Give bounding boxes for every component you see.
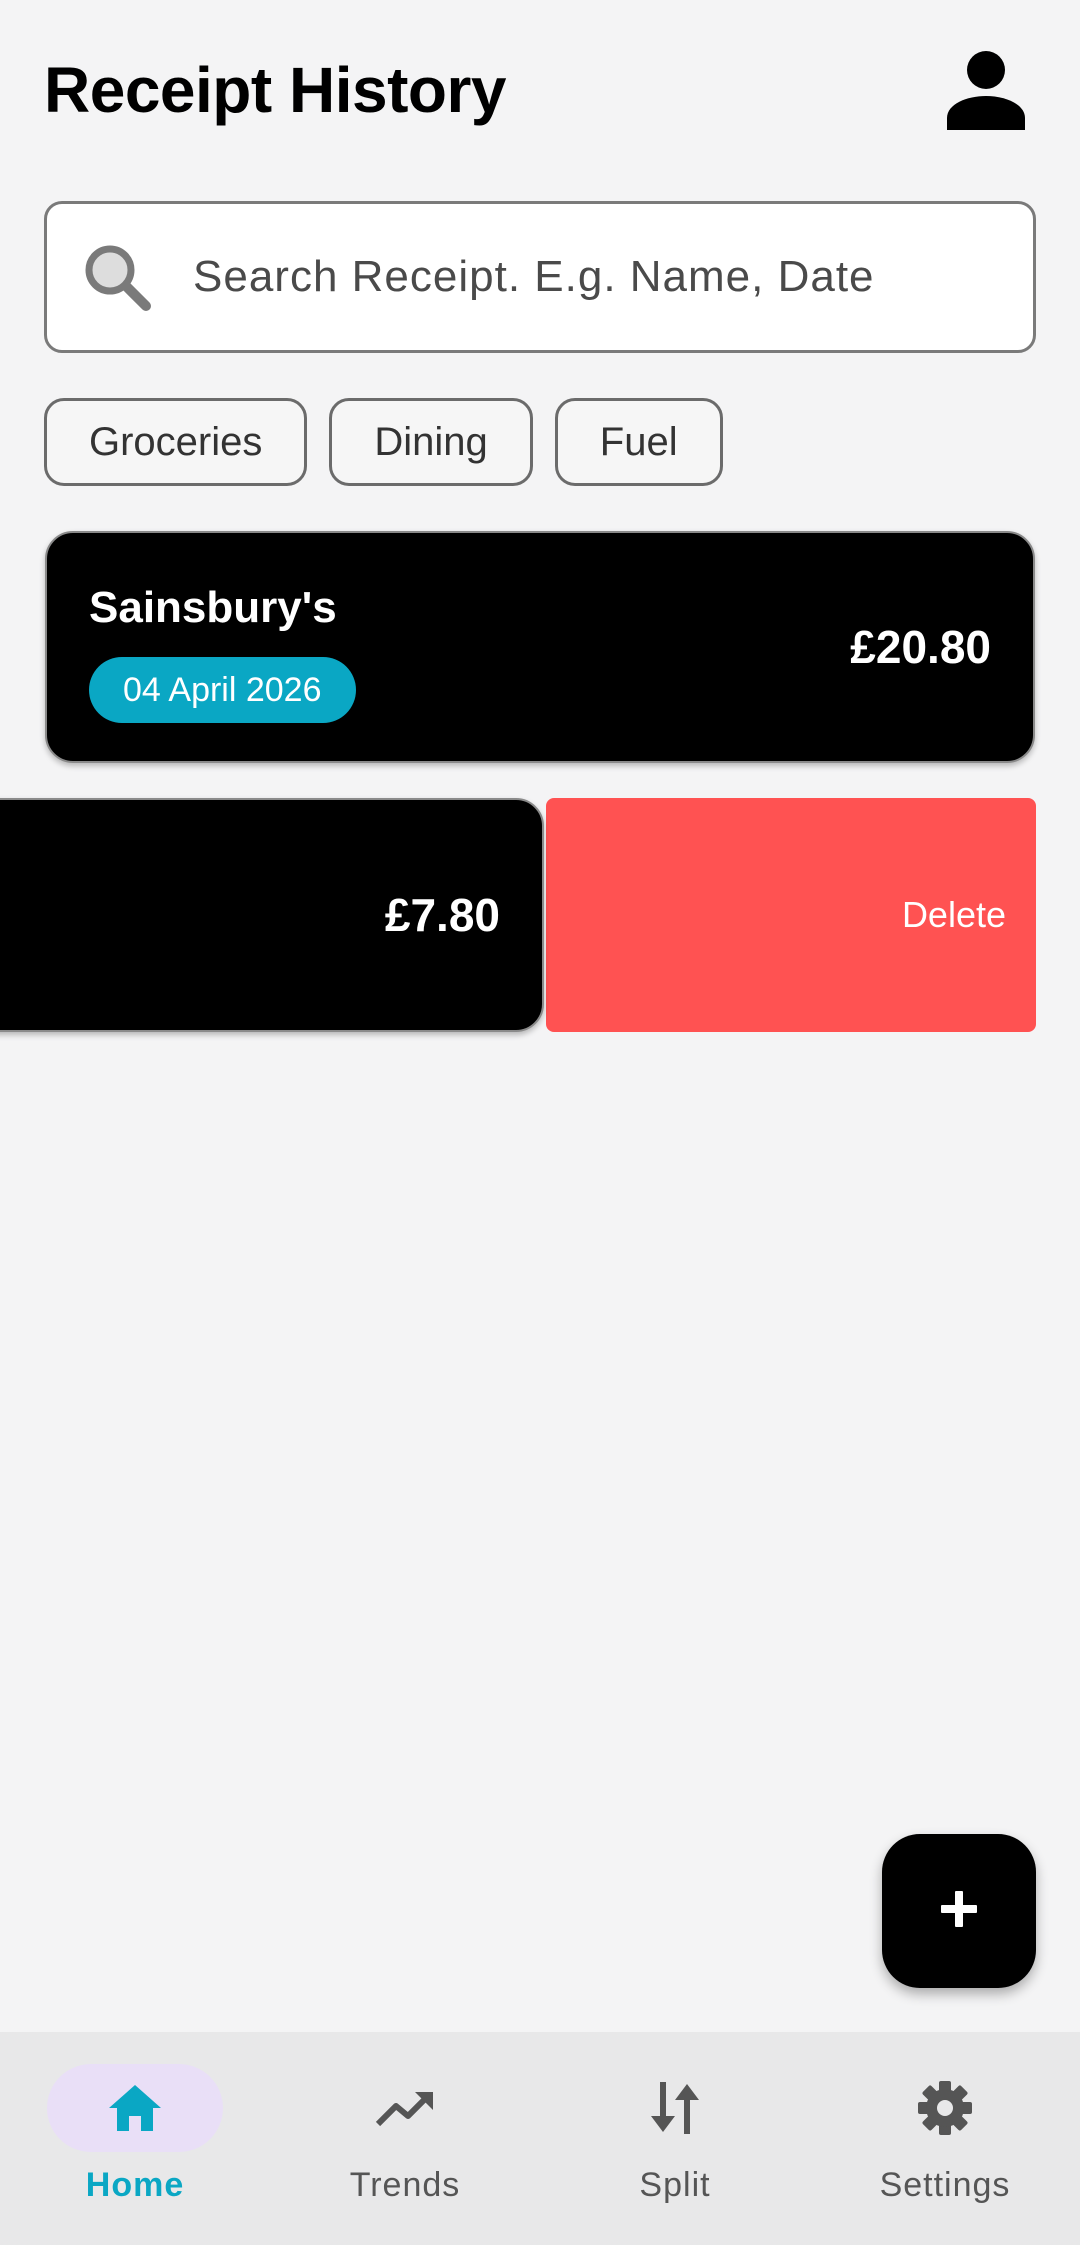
search-bar[interactable] bbox=[44, 201, 1036, 353]
trending-up-icon bbox=[371, 2074, 439, 2142]
search-input[interactable] bbox=[193, 252, 1033, 302]
nav-label-trends: Trends bbox=[349, 2166, 461, 2204]
receipt-amount: £7.80 bbox=[384, 889, 500, 941]
add-receipt-button[interactable] bbox=[882, 1834, 1036, 1988]
filter-chips: Groceries Dining Fuel bbox=[44, 398, 723, 486]
nav-item-settings[interactable]: Settings bbox=[810, 2032, 1080, 2245]
nav-item-trends[interactable]: Trends bbox=[270, 2032, 540, 2245]
date-badge: 04 April 2026 bbox=[89, 657, 356, 723]
delete-button[interactable]: Delete bbox=[546, 798, 1036, 1032]
person-icon[interactable] bbox=[936, 40, 1036, 140]
chip-dining[interactable]: Dining bbox=[329, 398, 533, 486]
page-title: Receipt History bbox=[44, 54, 506, 126]
search-icon bbox=[81, 241, 153, 313]
chip-fuel[interactable]: Fuel bbox=[554, 398, 723, 486]
receipt-amount: £20.80 bbox=[850, 621, 991, 673]
chip-groceries[interactable]: Groceries bbox=[44, 398, 308, 486]
receipt-card-sainsburys[interactable]: Sainsbury's 04 April 2026 £20.80 bbox=[45, 531, 1035, 763]
header: Receipt History bbox=[44, 40, 1036, 140]
nav-label-split: Split bbox=[639, 2166, 711, 2204]
app-screen: Receipt History Groceries Dining Fuel Sa… bbox=[0, 0, 1080, 2245]
nav-label-home: Home bbox=[85, 2166, 185, 2204]
receipt-card-swiped[interactable]: £7.80 bbox=[0, 798, 544, 1032]
gear-icon bbox=[911, 2074, 979, 2142]
delete-label: Delete bbox=[901, 894, 1006, 935]
nav-item-split[interactable]: Split bbox=[540, 2032, 810, 2245]
merchant-name: Sainsbury's bbox=[89, 583, 337, 632]
plus-icon bbox=[939, 1889, 979, 1934]
bottom-navigation: Home Trends Split Settings bbox=[0, 2032, 1080, 2245]
nav-item-home[interactable]: Home bbox=[0, 2032, 270, 2245]
home-icon bbox=[101, 2074, 169, 2142]
sort-arrows-icon bbox=[641, 2074, 709, 2142]
nav-label-settings: Settings bbox=[879, 2166, 1011, 2204]
